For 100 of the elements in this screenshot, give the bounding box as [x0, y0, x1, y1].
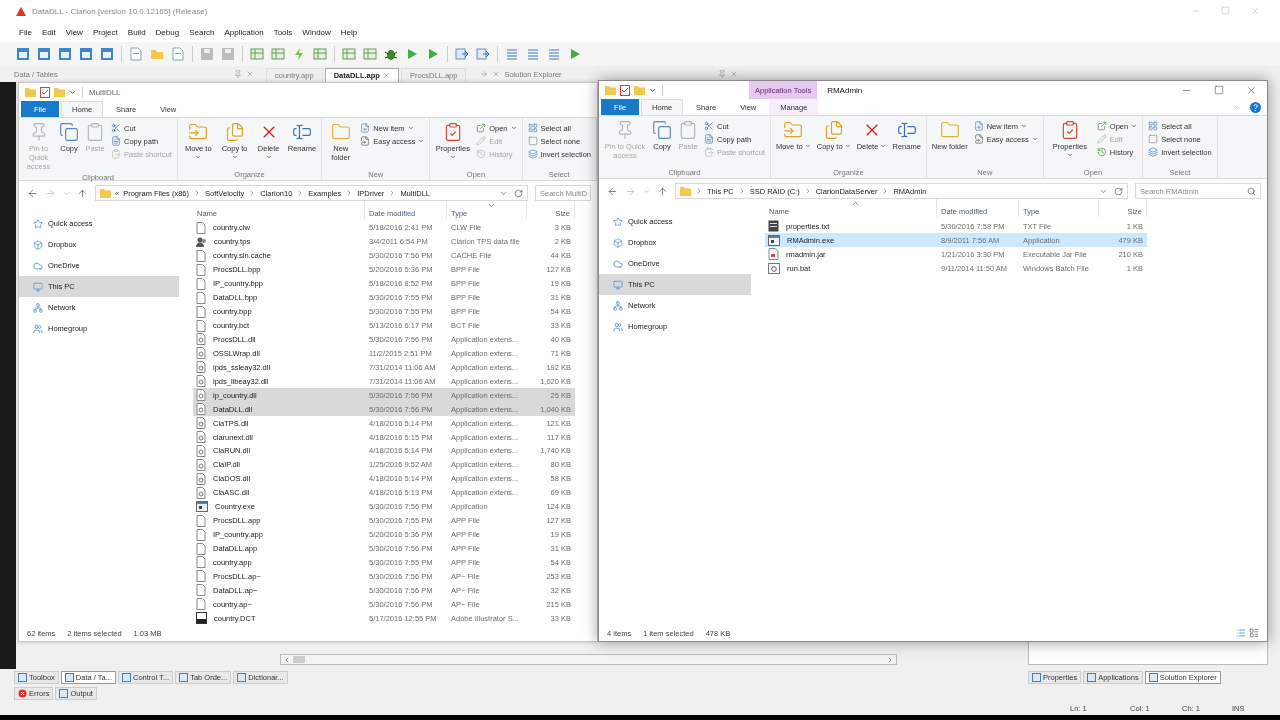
network-icon: [33, 302, 43, 313]
menu-item[interactable]: Debug: [150, 27, 185, 37]
triangle-icon: [16, 6, 26, 16]
menu-item[interactable]: Application: [219, 27, 269, 37]
checklist-icon[interactable]: [40, 86, 50, 98]
play-icon[interactable]: [426, 47, 440, 61]
close-icon[interactable]: [492, 70, 501, 78]
window-title: DataDLL - Clarion [version 10.0.12165] (Release): [32, 6, 208, 16]
gear-file-icon: [196, 444, 206, 457]
cloud-icon: [613, 258, 623, 269]
scroll-thumb[interactable]: [293, 656, 305, 663]
list-icon[interactable]: [547, 47, 561, 61]
menu-item[interactable]: File: [14, 27, 37, 37]
back-icon[interactable]: [607, 185, 618, 197]
menu-item[interactable]: Edit: [36, 27, 61, 37]
window-icon[interactable]: [100, 47, 114, 61]
gear-file-icon: [196, 403, 206, 416]
folder-icon[interactable]: [634, 85, 645, 95]
pin-icon[interactable]: [718, 70, 727, 78]
menu-item[interactable]: Window: [297, 27, 336, 37]
menu-item[interactable]: Search: [184, 27, 220, 37]
close-icon[interactable]: [1246, 84, 1257, 96]
box-icon: [613, 237, 623, 248]
menu-item[interactable]: View: [60, 27, 88, 37]
window-icon[interactable]: [16, 47, 30, 61]
star-icon: [613, 216, 623, 227]
window-icon[interactable]: [58, 47, 72, 61]
table-icon[interactable]: [250, 47, 264, 61]
menu-item[interactable]: Project: [87, 27, 123, 37]
scrollbar[interactable]: [280, 654, 897, 665]
table-icon[interactable]: [342, 47, 356, 61]
lightning-icon[interactable]: [292, 47, 306, 61]
document-icon: [196, 249, 206, 262]
play-icon[interactable]: [568, 47, 582, 61]
box-icon: [33, 239, 43, 250]
forward-icon[interactable]: [625, 185, 636, 197]
bug-icon[interactable]: [384, 47, 398, 61]
refresh-icon[interactable]: [514, 188, 523, 198]
pin-icon[interactable]: [234, 70, 242, 78]
window-icon[interactable]: [37, 47, 51, 61]
notepad-icon: [768, 220, 779, 232]
play-icon[interactable]: [405, 47, 419, 61]
folder-icon[interactable]: [54, 87, 65, 97]
back-icon[interactable]: [27, 187, 38, 199]
caret-icon[interactable]: [69, 88, 76, 96]
document-icon: [196, 291, 206, 304]
close-icon[interactable]: [382, 72, 390, 79]
document-icon[interactable]: [129, 47, 143, 61]
document-icon: [196, 584, 206, 597]
forward-icon[interactable]: [45, 187, 56, 199]
tiles-view-icon[interactable]: [1249, 628, 1259, 638]
document-icon: [704, 134, 714, 144]
table-icon[interactable]: [271, 47, 285, 61]
list-icon[interactable]: [526, 47, 540, 61]
text-cursor-icon: [291, 122, 312, 142]
gear-file-icon: [196, 486, 206, 499]
window-icon[interactable]: [79, 47, 93, 61]
document-icon: [196, 305, 206, 318]
panel-icon: [1087, 672, 1097, 682]
text-cursor-icon: [896, 120, 917, 140]
menu-item[interactable]: Build: [122, 27, 151, 37]
folder-icon[interactable]: [605, 85, 616, 95]
refresh-icon[interactable]: [1114, 186, 1123, 196]
folder-arrow-icon: [188, 122, 209, 142]
gear-file-icon: [196, 389, 206, 402]
document-icon[interactable]: [171, 47, 185, 61]
checklist-icon[interactable]: [620, 84, 630, 96]
help-icon[interactable]: [1250, 101, 1261, 113]
menu-item[interactable]: Tools: [268, 27, 298, 37]
gear-file-icon: [196, 347, 206, 360]
table-icon[interactable]: [363, 47, 377, 61]
caret-icon[interactable]: [649, 86, 656, 94]
details-view-icon[interactable]: [1236, 628, 1246, 638]
folder-icon[interactable]: [25, 87, 36, 97]
list-icon[interactable]: [505, 47, 519, 61]
close-icon[interactable]: [1250, 6, 1260, 16]
menu-item[interactable]: Help: [335, 27, 363, 37]
window-icon: [196, 501, 208, 513]
document-icon: [196, 277, 206, 290]
panel-icon: [122, 672, 131, 682]
up-icon[interactable]: [77, 187, 88, 199]
people-icon: [196, 235, 207, 248]
gear-file-icon: [196, 375, 206, 388]
close-icon[interactable]: [730, 70, 739, 78]
gear-file-icon: [196, 472, 206, 485]
clipboard-icon: [678, 120, 698, 140]
window-title: RMAdmin: [827, 85, 863, 95]
people-icon: [613, 321, 623, 332]
up-icon[interactable]: [657, 185, 668, 197]
copy-icon: [652, 120, 672, 140]
clipboard-icon: [85, 122, 105, 142]
panel-icon: [179, 672, 189, 682]
cloud-icon: [33, 260, 43, 271]
document-icon: [196, 221, 206, 234]
search-icon: [1247, 186, 1256, 196]
folder-icon[interactable]: [150, 47, 164, 61]
maximize-icon[interactable]: [1214, 84, 1224, 95]
table-icon[interactable]: [313, 47, 327, 61]
maximize-icon[interactable]: [1221, 6, 1230, 15]
close-icon[interactable]: [246, 70, 254, 78]
